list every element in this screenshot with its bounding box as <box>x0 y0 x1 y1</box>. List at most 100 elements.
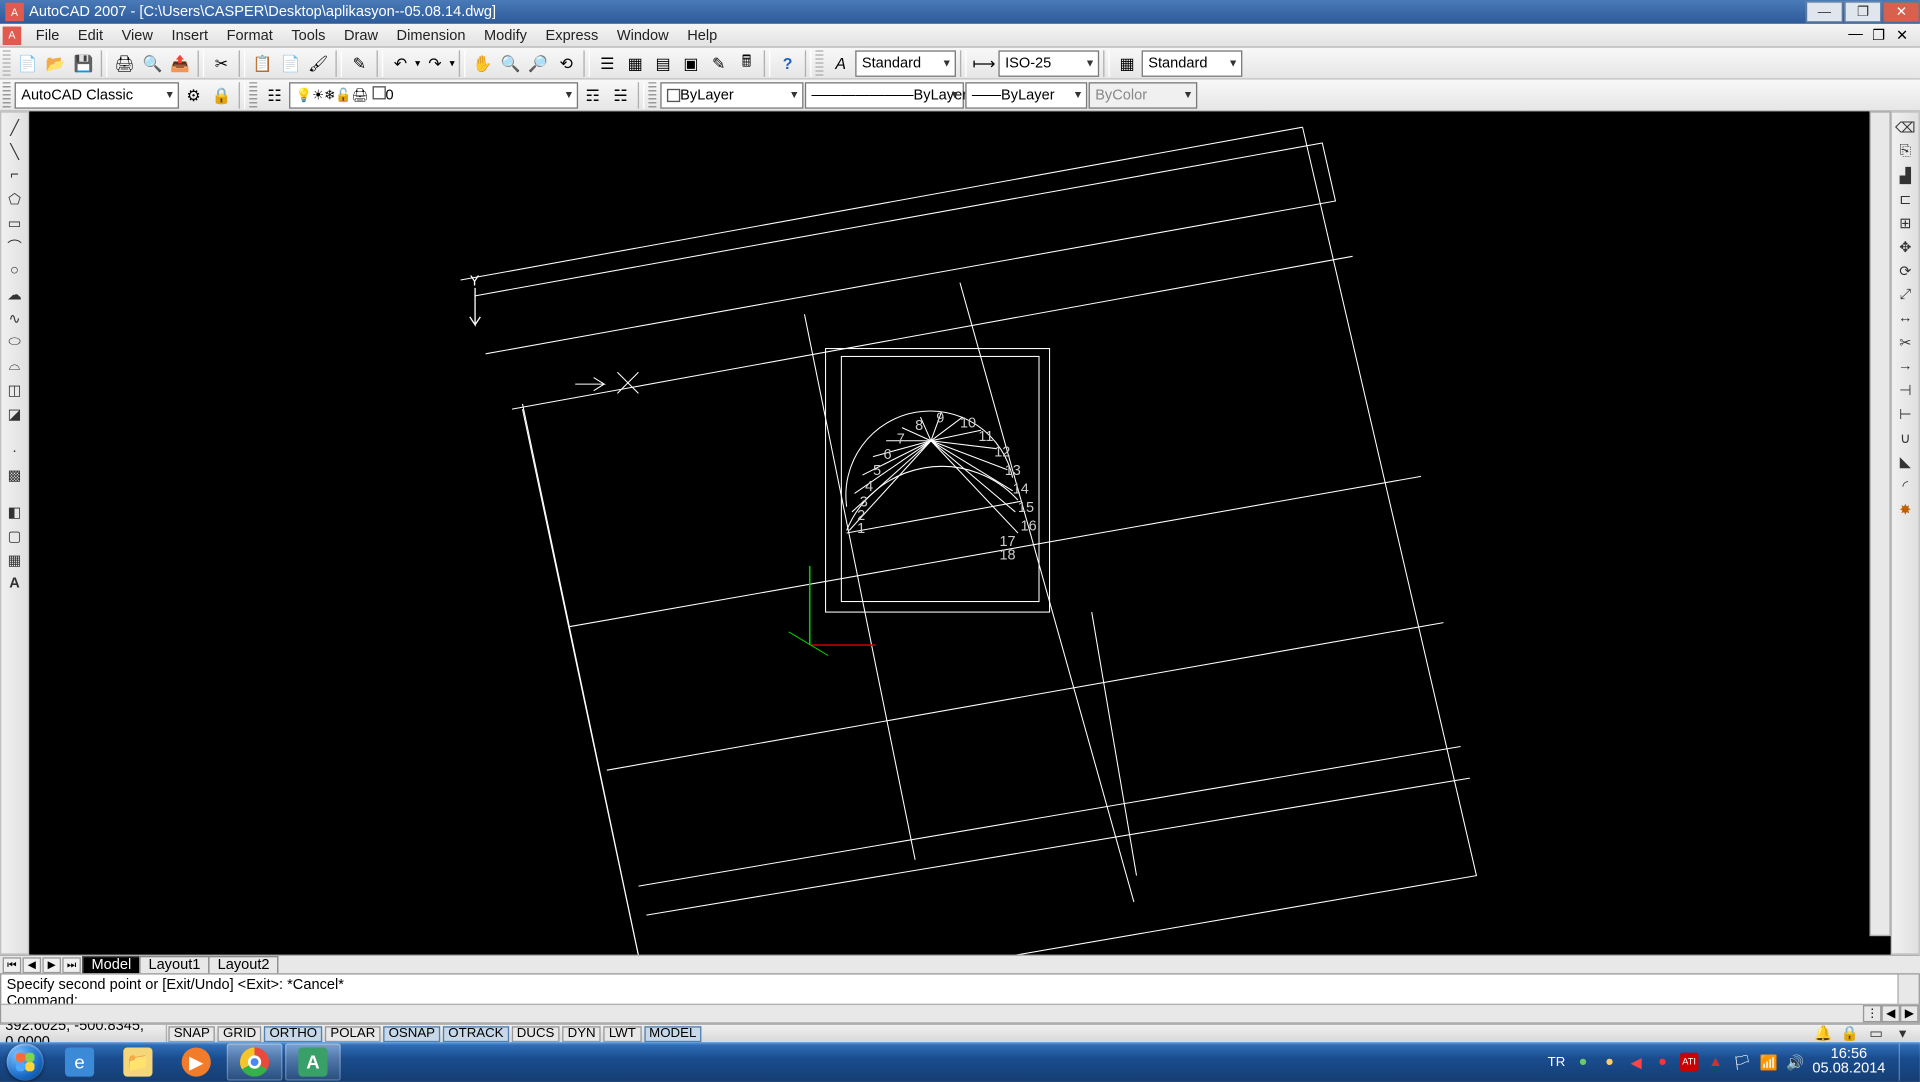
revcloud-icon[interactable]: ☁ <box>3 284 27 305</box>
layer-prev-icon[interactable]: ☶ <box>579 82 606 109</box>
menu-insert[interactable]: Insert <box>162 25 217 46</box>
new-icon[interactable]: 📄 <box>15 50 42 77</box>
vertical-scrollbar[interactable] <box>1870 111 1891 936</box>
action-center-icon[interactable]: 🏳 <box>1733 1053 1752 1072</box>
stretch-icon[interactable]: ↔ <box>1893 308 1917 329</box>
explode-icon[interactable]: ✸ <box>1893 499 1917 520</box>
save-icon[interactable]: 💾 <box>70 50 97 77</box>
command-line[interactable]: Specify second point or [Exit/Undo] <Exi… <box>0 973 1920 1023</box>
mirror-icon[interactable]: ▟ <box>1893 164 1917 185</box>
menu-file[interactable]: File <box>27 25 69 46</box>
menu-help[interactable]: Help <box>678 25 727 46</box>
lineweight-combo[interactable]: —— ByLayer▼ <box>965 82 1087 109</box>
extend-icon[interactable]: → <box>1893 355 1917 376</box>
erase-icon[interactable]: ⌫ <box>1893 117 1917 138</box>
menu-modify[interactable]: Modify <box>475 25 537 46</box>
tab-last-icon[interactable]: ⏭ <box>62 957 81 973</box>
toolbar-grip[interactable] <box>3 82 11 109</box>
move-icon[interactable]: ✥ <box>1893 236 1917 257</box>
zoom-realtime-icon[interactable]: 🔍 <box>497 50 524 77</box>
break-icon[interactable]: ⊢ <box>1893 403 1917 424</box>
task-autocad[interactable]: A <box>285 1043 341 1080</box>
command-hscroll[interactable]: ⋮ ◀ ▶ <box>1 1004 1918 1023</box>
spline-icon[interactable]: ∿ <box>3 308 27 329</box>
doc-minimize-button[interactable]: — <box>1848 26 1872 45</box>
close-button[interactable]: ✕ <box>1883 1 1920 22</box>
plotstyle-combo[interactable]: ByColor▼ <box>1089 82 1198 109</box>
design-center-icon[interactable]: ▦ <box>622 50 649 77</box>
pan-icon[interactable]: ✋ <box>469 50 496 77</box>
xline-icon[interactable]: ╲ <box>3 141 27 162</box>
dim-style-combo[interactable]: ISO-25▼ <box>998 50 1099 77</box>
print-icon[interactable]: 🖨 <box>111 50 138 77</box>
plot-preview-icon[interactable]: 🔍 <box>139 50 166 77</box>
markup-icon[interactable]: ✎ <box>705 50 732 77</box>
sheet-set-icon[interactable]: ▣ <box>678 50 705 77</box>
cut-icon[interactable]: ✂ <box>208 50 235 77</box>
polar-toggle[interactable]: POLAR <box>325 1026 381 1042</box>
tray-ati-icon[interactable]: ATI <box>1680 1053 1699 1072</box>
layer-manager-icon[interactable]: ☷ <box>261 82 288 109</box>
tab-layout1[interactable]: Layout1 <box>139 955 209 974</box>
table-style-icon[interactable]: ▦ <box>1114 50 1141 77</box>
status-lock-icon[interactable]: 🔒 <box>1838 1023 1862 1044</box>
otrack-toggle[interactable]: OTRACK <box>443 1026 509 1042</box>
show-desktop-button[interactable] <box>1899 1043 1910 1080</box>
trim-icon[interactable]: ✂ <box>1893 331 1917 352</box>
workspace-settings-icon[interactable]: ⚙ <box>180 82 207 109</box>
task-ie[interactable]: e <box>52 1043 108 1080</box>
lwt-toggle[interactable]: LWT <box>604 1026 642 1042</box>
coords-readout[interactable]: 392.6025, -500.8345, 0.0000 <box>0 1024 167 1043</box>
paste-icon[interactable]: 📄 <box>277 50 304 77</box>
help-icon[interactable]: ? <box>774 50 801 77</box>
lang-indicator[interactable]: TR <box>1547 1053 1566 1072</box>
mtext-icon[interactable]: A <box>3 573 27 594</box>
quickcalc-icon[interactable]: 🖩 <box>733 50 760 77</box>
menu-dimension[interactable]: Dimension <box>387 25 474 46</box>
rotate-icon[interactable]: ⟳ <box>1893 260 1917 281</box>
copy-objects-icon[interactable]: ⎘ <box>1893 141 1917 162</box>
snap-toggle[interactable]: SNAP <box>168 1026 215 1042</box>
tray-4-icon[interactable]: ● <box>1653 1053 1672 1072</box>
task-explorer[interactable]: 📁 <box>110 1043 166 1080</box>
tray-3-icon[interactable]: ◀ <box>1627 1053 1646 1072</box>
minimize-button[interactable]: — <box>1806 1 1843 22</box>
copy-icon[interactable]: 📋 <box>249 50 276 77</box>
layer-states-icon[interactable]: ☵ <box>607 82 634 109</box>
tray-2-icon[interactable]: ● <box>1600 1053 1619 1072</box>
polyline-icon[interactable]: ⌐ <box>3 164 27 185</box>
fillet-icon[interactable]: ◜ <box>1893 475 1917 496</box>
doc-restore-button[interactable]: ❐ <box>1872 26 1896 45</box>
tab-layout2[interactable]: Layout2 <box>208 955 278 974</box>
toolbar-grip[interactable] <box>648 82 656 109</box>
doc-close-button[interactable]: ✕ <box>1896 26 1920 45</box>
zoom-previous-icon[interactable]: ⟲ <box>553 50 580 77</box>
tab-prev-icon[interactable]: ◀ <box>23 957 42 973</box>
break-at-point-icon[interactable]: ⊣ <box>1893 379 1917 400</box>
point-icon[interactable]: · <box>3 440 27 461</box>
ellipse-icon[interactable]: ⬭ <box>3 331 27 352</box>
model-toggle[interactable]: MODEL <box>644 1026 702 1042</box>
circle-icon[interactable]: ○ <box>3 260 27 281</box>
toolbar-grip[interactable] <box>3 50 11 77</box>
offset-icon[interactable]: ⊏ <box>1893 188 1917 209</box>
drawing-canvas[interactable]: Y 123 456 789 101112 131415 161718 <box>29 111 1891 954</box>
join-icon[interactable]: ∪ <box>1893 427 1917 448</box>
match-props-icon[interactable]: 🖌 <box>305 50 332 77</box>
ortho-toggle[interactable]: ORTHO <box>264 1026 322 1042</box>
taskbar-clock[interactable]: 16:56 05.08.2014 <box>1812 1047 1885 1076</box>
start-button[interactable] <box>0 1042 50 1082</box>
menu-express[interactable]: Express <box>536 25 607 46</box>
status-comm-icon[interactable]: 🔔 <box>1811 1023 1835 1044</box>
text-style-combo[interactable]: Standard▼ <box>855 50 956 77</box>
task-mediaplayer[interactable]: ▶ <box>168 1043 224 1080</box>
osnap-toggle[interactable]: OSNAP <box>383 1026 440 1042</box>
color-combo[interactable]: ByLayer▼ <box>660 82 803 109</box>
text-style-icon[interactable]: A <box>827 50 854 77</box>
command-grip-icon[interactable]: ⋮ <box>1863 1005 1882 1022</box>
toolbar-grip[interactable] <box>249 82 257 109</box>
hatch-icon[interactable]: ▩ <box>3 464 27 485</box>
command-vscroll[interactable] <box>1897 975 1918 1004</box>
block-editor-icon[interactable]: ✎ <box>346 50 373 77</box>
task-chrome[interactable] <box>227 1043 283 1080</box>
